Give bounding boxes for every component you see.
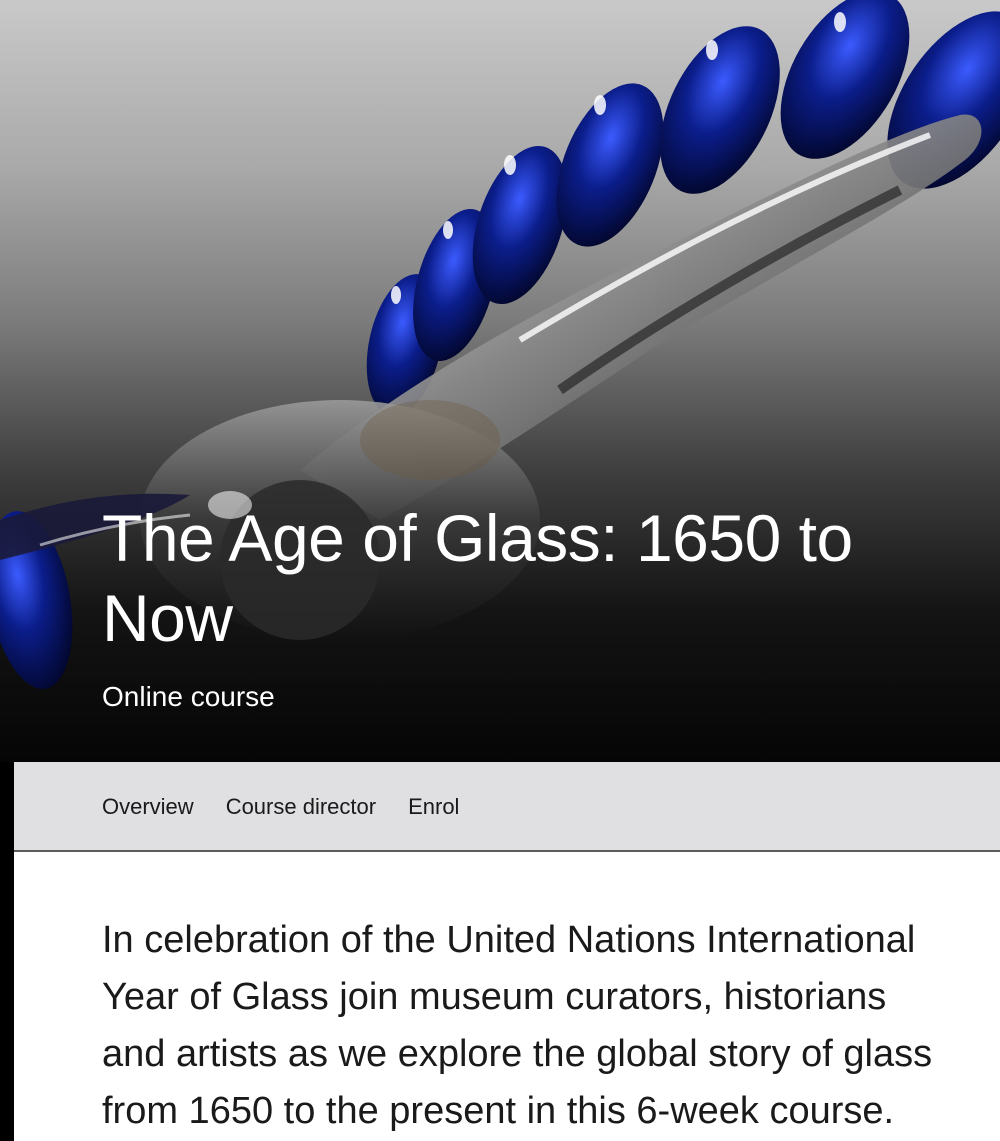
tab-course-director[interactable]: Course director xyxy=(226,794,376,820)
course-type-label: Online course xyxy=(102,681,275,712)
intro-paragraph: In celebration of the United Nations Int… xyxy=(102,919,933,1132)
course-tabs: Overview Course director Enrol xyxy=(14,762,1000,852)
page-title: The Age of Glass: 1650 to Now xyxy=(102,501,853,655)
hero-banner: The Age of Glass: 1650 to Now Online cou… xyxy=(0,0,1000,762)
course-page: The Age of Glass: 1650 to Now Online cou… xyxy=(0,0,1000,1141)
tab-enrol[interactable]: Enrol xyxy=(408,794,459,820)
course-overview-section: In celebration of the United Nations Int… xyxy=(14,852,1000,1141)
left-margin-strip xyxy=(0,762,14,1141)
tab-overview[interactable]: Overview xyxy=(102,794,194,820)
